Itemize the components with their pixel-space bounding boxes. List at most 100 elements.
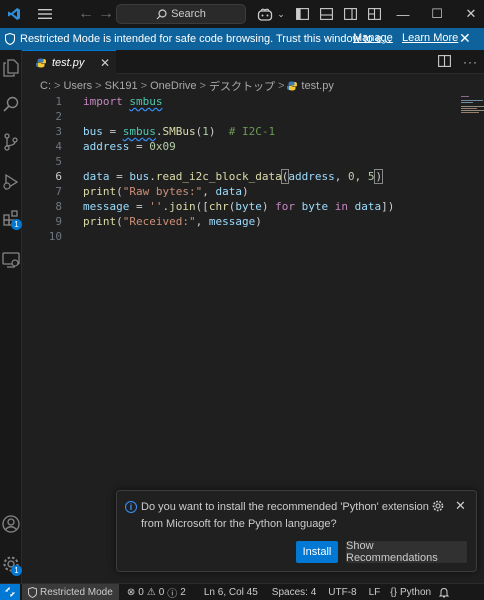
python-file-icon xyxy=(287,81,298,91)
accounts-icon[interactable] xyxy=(0,506,22,542)
command-center-search[interactable]: Search xyxy=(116,4,246,24)
code-line: 10 xyxy=(22,229,462,244)
line-9-code: print("Received:", message) xyxy=(83,215,262,228)
line-number: 3 xyxy=(55,125,62,138)
notification-close-button[interactable]: ✕ xyxy=(455,498,466,514)
code-line: 4 address = 0x09 xyxy=(22,139,462,154)
manage-gear-icon[interactable]: 1 xyxy=(0,546,22,582)
notifications-bell-icon[interactable] xyxy=(439,587,450,598)
title-bar: ← → Search ⌄ — ☐ ✕ xyxy=(0,0,484,28)
remote-indicator-icon[interactable] xyxy=(0,583,20,600)
python-file-icon xyxy=(36,58,46,67)
line-1-code: import smbus xyxy=(83,95,163,108)
breadcrumb-drive[interactable]: C: xyxy=(40,80,51,92)
warning-icon: ⚠ xyxy=(146,586,156,598)
encoding-status[interactable]: UTF-8 xyxy=(328,587,356,598)
forward-arrow-icon[interactable]: → xyxy=(96,0,116,28)
language-label: Python xyxy=(399,586,432,598)
code-line: 9 print("Received:", message) xyxy=(22,214,462,229)
explorer-icon[interactable] xyxy=(0,50,22,86)
breadcrumb-onedrive[interactable]: OneDrive xyxy=(150,80,196,92)
line-7-code: print("Raw bytes:", data) xyxy=(83,185,249,198)
learn-more-link[interactable]: Learn More xyxy=(402,32,458,44)
editor-tabs: test.py ✕ ··· xyxy=(22,50,484,74)
shield-icon xyxy=(28,586,37,598)
manage-link[interactable]: Manage xyxy=(353,32,393,44)
vscode-logo-icon xyxy=(2,0,26,28)
extensions-badge: 1 xyxy=(11,219,22,230)
restricted-mode-banner: Restricted Mode is intended for safe cod… xyxy=(0,28,484,50)
show-recommendations-button[interactable]: Show Recommendations xyxy=(346,540,467,564)
minimap[interactable] xyxy=(461,96,484,126)
code-line-active: 6 data = bus.read_i2c_block_data(address… xyxy=(22,168,462,184)
install-button[interactable]: Install xyxy=(296,541,338,563)
tab-test-py[interactable]: test.py ✕ xyxy=(22,50,116,74)
problems-status[interactable]: ⊗ 0 ⚠ 0 ⓘ 2 xyxy=(127,585,186,600)
code-line: 2 xyxy=(22,109,462,124)
remote-explorer-icon[interactable] xyxy=(0,242,22,278)
info-status-icon: ⓘ xyxy=(167,588,178,600)
notification-settings-gear-icon[interactable] xyxy=(432,500,444,515)
minimize-button[interactable]: — xyxy=(386,0,420,28)
status-bar: Restricted Mode ⊗ 0 ⚠ 0 ⓘ 2 Ln 6, Col 45… xyxy=(0,583,484,600)
code-line: 8 message = ''.join([chr(byte) for byte … xyxy=(22,199,462,214)
extensions-icon[interactable]: 1 xyxy=(0,200,22,236)
source-control-icon[interactable] xyxy=(0,124,22,160)
code-line: 7 print("Raw bytes:", data) xyxy=(22,184,462,199)
indentation-status[interactable]: Spaces: 4 xyxy=(272,587,316,598)
toggle-primary-sidebar-icon[interactable] xyxy=(292,0,312,28)
language-mode-status[interactable]: {} Python xyxy=(390,587,431,598)
error-count: 0 xyxy=(138,586,144,598)
search-icon xyxy=(156,8,167,19)
search-label: Search xyxy=(171,8,206,20)
code-line: 3 bus = smbus.SMBus(1) # I2C-1 xyxy=(22,124,462,139)
line-number: 10 xyxy=(48,230,62,243)
eol-status[interactable]: LF xyxy=(369,587,381,598)
maximize-button[interactable]: ☐ xyxy=(420,0,454,28)
search-sidebar-icon[interactable] xyxy=(0,86,22,122)
line-number: 9 xyxy=(55,215,62,228)
activity-bar: 1 1 xyxy=(0,50,22,583)
warning-count: 0 xyxy=(158,586,165,598)
split-editor-icon[interactable] xyxy=(438,54,451,70)
more-actions-icon[interactable]: ··· xyxy=(463,55,478,69)
restricted-mode-status[interactable]: Restricted Mode xyxy=(22,583,119,600)
notification-message: Do you want to install the recommended '… xyxy=(141,501,429,530)
breadcrumb-separator: > xyxy=(140,80,148,92)
tab-close-button[interactable]: ✕ xyxy=(100,56,110,70)
line-8-code: message = ''.join([chr(byte) for byte in… xyxy=(83,200,395,213)
braces-icon: {} xyxy=(390,586,397,598)
line-number: 1 xyxy=(55,95,62,108)
restricted-mode-label: Restricted Mode xyxy=(40,586,113,598)
chevron-down-icon[interactable]: ⌄ xyxy=(276,0,286,28)
toggle-panel-icon[interactable] xyxy=(316,0,336,28)
breadcrumb-desktop[interactable]: デスクトップ xyxy=(209,78,275,94)
line-number: 5 xyxy=(55,155,62,168)
breadcrumb-user[interactable]: SK191 xyxy=(105,80,138,92)
line-3-code: bus = smbus.SMBus(1) # I2C-1 xyxy=(83,125,276,138)
line-6-code: data = bus.read_i2c_block_data(address, … xyxy=(83,168,384,184)
info-count: 2 xyxy=(180,586,186,598)
customize-layout-icon[interactable] xyxy=(364,0,384,28)
line-number: 4 xyxy=(55,140,62,153)
breadcrumb: C: > Users > SK191 > OneDrive > デスクトップ >… xyxy=(40,78,334,94)
shield-icon xyxy=(2,33,18,45)
breadcrumb-file[interactable]: test.py xyxy=(301,80,333,92)
back-arrow-icon[interactable]: ← xyxy=(76,0,96,28)
extension-recommendation-notification: i Do you want to install the recommended… xyxy=(116,490,477,572)
copilot-icon[interactable] xyxy=(254,0,276,28)
banner-message: Restricted Mode is intended for safe cod… xyxy=(20,33,392,45)
breadcrumb-separator: > xyxy=(199,80,206,92)
line-number: 6 xyxy=(55,170,62,183)
line-number: 8 xyxy=(55,200,62,213)
breadcrumb-separator: > xyxy=(95,80,102,92)
banner-close-button[interactable]: ✕ xyxy=(459,30,471,47)
menu-icon[interactable] xyxy=(34,0,56,28)
code-line: 5 xyxy=(22,154,462,169)
breadcrumb-users[interactable]: Users xyxy=(63,80,92,92)
run-debug-icon[interactable] xyxy=(0,164,22,200)
close-window-button[interactable]: ✕ xyxy=(454,0,484,28)
cursor-position-status[interactable]: Ln 6, Col 45 xyxy=(204,587,258,598)
tab-label: test.py xyxy=(52,56,85,69)
toggle-secondary-sidebar-icon[interactable] xyxy=(340,0,360,28)
